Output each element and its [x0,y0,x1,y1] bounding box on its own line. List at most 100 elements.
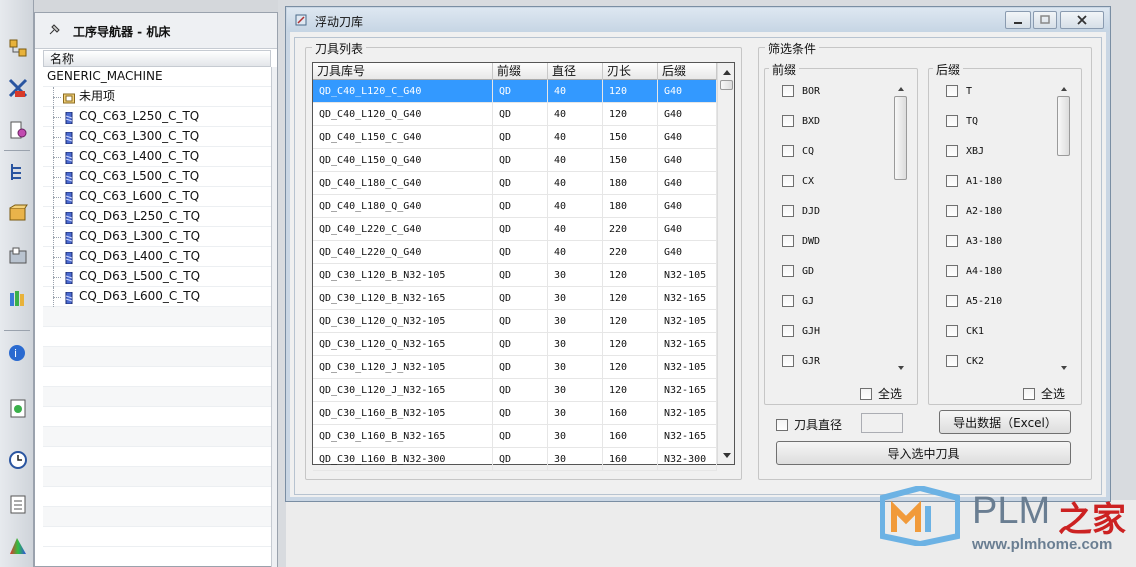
col-header-suffix[interactable]: 后缀 [658,63,717,80]
machining-feature-navigator-icon[interactable] [6,242,30,270]
prefix-option-checkbox[interactable] [782,235,794,247]
suffix-option-checkbox[interactable] [946,295,958,307]
tool-diameter-input[interactable] [861,413,903,433]
prefix-option[interactable]: CX [782,173,814,189]
tree-node-tool[interactable]: CQ_C63_L250_C_TQ [43,107,271,127]
tree-node-tool[interactable]: CQ_D63_L300_C_TQ [43,227,271,247]
suffix-option-checkbox[interactable] [946,235,958,247]
col-header-prefix[interactable]: 前缀 [493,63,548,80]
palette-icon[interactable] [6,532,30,560]
col-header-tool-id[interactable]: 刀具库号 [313,63,493,80]
table-row[interactable]: QD_C30_L120_B_N32-105 QD 30 120 N32-105 [313,264,717,287]
suffix-option-checkbox[interactable] [946,145,958,157]
col-header-diameter[interactable]: 直径 [548,63,603,80]
tree-node-tool[interactable]: CQ_D63_L250_C_TQ [43,207,271,227]
machine-tool-navigator-icon[interactable] [6,200,30,228]
export-excel-button[interactable]: 导出数据（Excel） [939,410,1071,434]
prefix-select-all[interactable]: 全选 [860,385,902,402]
table-row[interactable]: QD_C40_L150_C_G40 QD 40 150 G40 [313,126,717,149]
prefix-option-checkbox[interactable] [782,115,794,127]
tree-node-tool[interactable]: CQ_D63_L600_C_TQ [43,287,271,307]
table-scrollbar[interactable] [717,63,734,464]
prefix-option-checkbox[interactable] [782,325,794,337]
history-icon[interactable] [6,446,30,474]
tree-node-unused[interactable]: 未用项 [43,87,271,107]
operation-navigator-icon[interactable] [6,158,30,186]
prefix-scrollbar[interactable] [892,80,909,376]
prefix-scroll-up-icon[interactable] [892,80,909,97]
table-row[interactable]: QD_C30_L120_Q_N32-105 QD 30 120 N32-105 [313,310,717,333]
prefix-option[interactable]: GD [782,263,814,279]
web-browser-icon[interactable] [6,394,30,422]
prefix-select-all-checkbox[interactable] [860,387,872,400]
suffix-option[interactable]: XBJ [946,143,984,159]
minimize-button[interactable] [1005,11,1031,29]
tool-diameter-checkbox[interactable] [776,418,788,431]
suffix-scroll-thumb[interactable] [1057,96,1070,156]
suffix-list[interactable]: T TQ XBJ A1-180 A2-180 A3-180 A4-180 A5-210 CK1 C… [930,80,1074,376]
prefix-option[interactable]: DJD [782,203,820,219]
suffix-option[interactable]: TQ [946,113,978,129]
suffix-option[interactable]: A2-180 [946,203,1002,219]
table-scroll-thumb[interactable] [720,80,733,90]
suffix-option[interactable]: A1-180 [946,173,1002,189]
tree-node-tool[interactable]: CQ_C63_L400_C_TQ [43,147,271,167]
prefix-option[interactable]: GJR [782,353,820,369]
tree-node-tool[interactable]: CQ_D63_L400_C_TQ [43,247,271,267]
navigator-scrollbar[interactable] [271,67,277,567]
table-row[interactable]: QD_C40_L180_C_G40 QD 40 180 G40 [313,172,717,195]
prefix-option[interactable]: BOR [782,83,820,99]
import-selected-tools-button[interactable]: 导入选中刀具 [776,441,1071,465]
table-row[interactable]: QD_C40_L120_C_G40 QD 40 120 G40 [313,80,717,103]
prefix-option[interactable]: GJH [782,323,820,339]
table-row[interactable]: QD_C30_L160_B_N32-165 QD 30 160 N32-165 [313,425,717,448]
prefix-option[interactable]: DWD [782,233,820,249]
suffix-option[interactable]: A3-180 [946,233,1002,249]
suffix-select-all[interactable]: 全选 [1023,385,1065,402]
prefix-scroll-thumb[interactable] [894,96,907,180]
prefix-option-checkbox[interactable] [782,145,794,157]
table-row[interactable]: QD_C40_L220_C_G40 QD 40 220 G40 [313,218,717,241]
table-row[interactable]: QD_C30_L160_B_N32-300 QD 30 160 N32-300 [313,448,717,471]
prefix-option-checkbox[interactable] [782,85,794,97]
suffix-option-checkbox[interactable] [946,265,958,277]
tool-diameter-filter[interactable]: 刀具直径 [776,416,842,433]
dialog-titlebar[interactable]: 浮动刀库 [287,8,1109,32]
table-row[interactable]: QD_C40_L220_Q_G40 QD 40 220 G40 [313,241,717,264]
suffix-option[interactable]: T [946,83,972,99]
suffix-option[interactable]: CK1 [946,323,984,339]
tool-table[interactable]: 刀具库号 前缀 直径 刃长 后缀 QD_C40_L120_C_G40 QD 40 12… [312,62,735,471]
prefix-option[interactable]: CQ [782,143,814,159]
table-row[interactable]: QD_C30_L160_B_N32-105 QD 30 160 N32-105 [313,402,717,425]
suffix-option-checkbox[interactable] [946,355,958,367]
table-row[interactable]: QD_C40_L180_Q_G40 QD 40 180 G40 [313,195,717,218]
prefix-option-checkbox[interactable] [782,355,794,367]
table-row[interactable]: QD_C40_L120_Q_G40 QD 40 120 G40 [313,103,717,126]
table-row[interactable]: QD_C30_L120_Q_N32-165 QD 30 120 N32-165 [313,333,717,356]
constraint-navigator-icon[interactable] [6,74,30,102]
prefix-option-checkbox[interactable] [782,175,794,187]
scroll-up-icon[interactable] [718,63,735,80]
close-button[interactable] [1060,11,1104,29]
tree-node-tool[interactable]: CQ_C63_L500_C_TQ [43,167,271,187]
prefix-scroll-down-icon[interactable] [892,359,909,376]
suffix-scroll-down-icon[interactable] [1055,359,1072,376]
pin-icon[interactable] [47,23,61,37]
table-row[interactable]: QD_C30_L120_J_N32-165 QD 30 120 N32-165 [313,379,717,402]
suffix-option[interactable]: A5-210 [946,293,1002,309]
prefix-list[interactable]: BOR BXD CQ CX DJD DWD GD GJ GJH GJR [766,80,910,376]
suffix-option[interactable]: A4-180 [946,263,1002,279]
suffix-scrollbar[interactable] [1055,80,1072,376]
hd3d-tools-icon[interactable]: i [6,338,30,366]
prefix-option[interactable]: GJ [782,293,814,309]
table-row[interactable]: QD_C40_L150_Q_G40 QD 40 150 G40 [313,149,717,172]
suffix-scroll-up-icon[interactable] [1055,80,1072,97]
process-studio-icon[interactable] [6,490,30,518]
prefix-option[interactable]: BXD [782,113,820,129]
suffix-option-checkbox[interactable] [946,205,958,217]
scroll-down-icon[interactable] [718,447,735,464]
tree-node-tool[interactable]: CQ_C63_L600_C_TQ [43,187,271,207]
tree-node-root[interactable]: GENERIC_MACHINE [43,67,271,87]
column-header-name[interactable]: 名称 [43,50,271,67]
prefix-option-checkbox[interactable] [782,205,794,217]
